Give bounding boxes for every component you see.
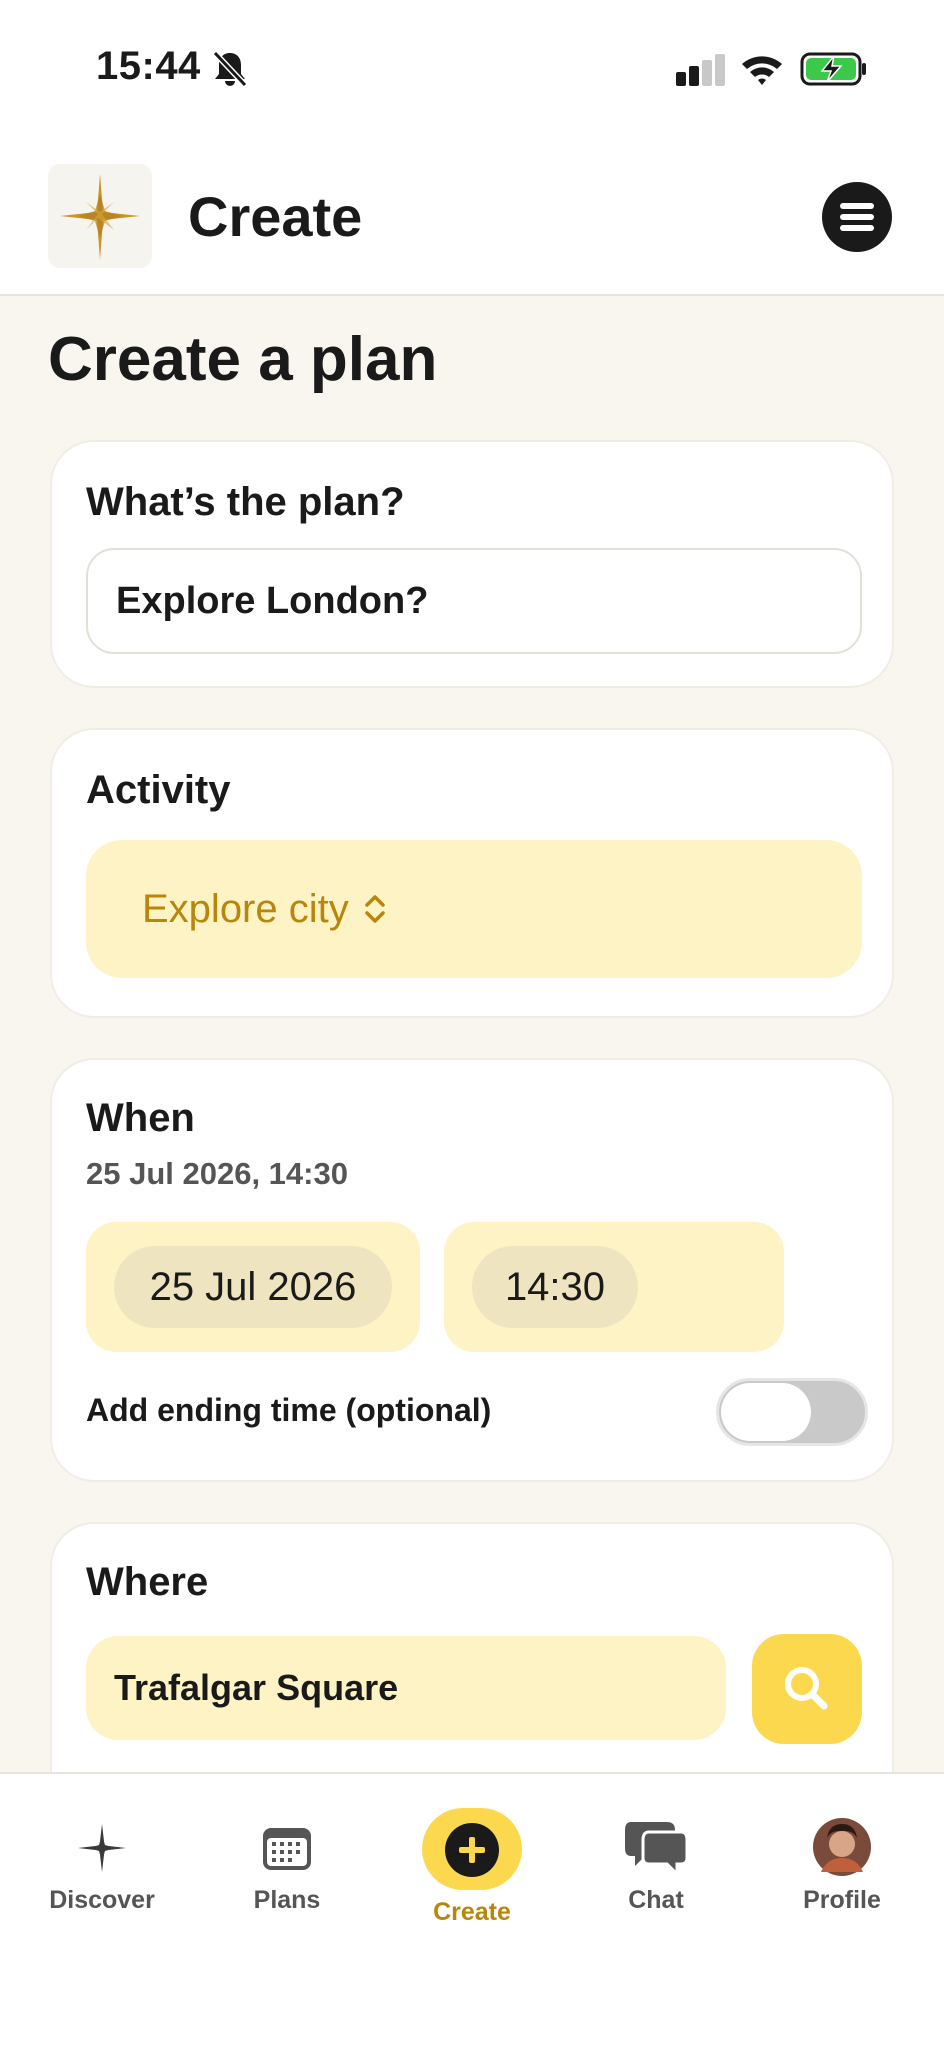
activity-label: Activity: [86, 768, 231, 812]
search-icon: [785, 1667, 828, 1710]
date-picker[interactable]: 25 Jul 2026: [86, 1222, 420, 1352]
end-time-toggle[interactable]: [716, 1378, 868, 1446]
menu-button[interactable]: [822, 182, 892, 252]
tab-bar: Discover Plans Create Chat Profile: [0, 1772, 944, 2048]
where-input[interactable]: Trafalgar Square: [86, 1636, 726, 1740]
tab-label-plans: Plans: [253, 1886, 321, 1914]
calendar-icon: [263, 1828, 311, 1870]
activity-card: Activity Explore city: [50, 728, 894, 1018]
sparkle-icon: [78, 1824, 126, 1872]
tab-plans[interactable]: Plans: [197, 1774, 377, 1934]
tab-chat[interactable]: Chat: [566, 1774, 746, 1934]
when-summary: 25 Jul 2026, 14:30: [86, 1156, 348, 1191]
end-time-label: Add ending time (optional): [86, 1392, 492, 1428]
header-title: Create: [188, 185, 363, 248]
wifi-icon: [742, 56, 782, 85]
plan-input[interactable]: Explore London?: [86, 548, 862, 654]
cellular-signal-icon: [676, 54, 725, 86]
when-label: When: [86, 1096, 195, 1140]
plan-label: What’s the plan?: [86, 480, 405, 524]
when-card: When 25 Jul 2026, 14:30 25 Jul 2026 14:3…: [50, 1058, 894, 1482]
battery-charging-icon: [800, 52, 866, 86]
app-header: Create: [0, 140, 944, 296]
status-time: 15:44: [96, 44, 201, 88]
tab-label-create: Create: [433, 1898, 511, 1926]
chat-bubbles-icon: [625, 1822, 689, 1876]
time-value: 14:30: [472, 1246, 638, 1328]
date-value: 25 Jul 2026: [114, 1246, 392, 1328]
tab-label-profile: Profile: [803, 1886, 881, 1914]
chevron-up-down-icon: [365, 895, 385, 923]
avatar: [813, 1818, 871, 1876]
page-title: Create a plan: [48, 325, 438, 394]
time-picker[interactable]: 14:30: [444, 1222, 784, 1352]
compass-star-icon: [60, 174, 140, 260]
status-bar: 15:44: [0, 0, 944, 140]
tab-label-discover: Discover: [49, 1886, 155, 1914]
tab-profile[interactable]: Profile: [752, 1774, 932, 1934]
activity-selected-value: Explore city: [142, 886, 349, 931]
menu-icon-bar: [840, 225, 874, 231]
logo: [48, 164, 152, 268]
activity-select[interactable]: Explore city: [86, 840, 862, 978]
menu-icon: [840, 203, 874, 209]
search-button[interactable]: [752, 1634, 862, 1744]
where-label: Where: [86, 1560, 209, 1604]
bell-off-icon: [212, 50, 248, 88]
tab-label-chat: Chat: [628, 1886, 684, 1914]
plan-card: What’s the plan? Explore London?: [50, 440, 894, 688]
tab-discover[interactable]: Discover: [12, 1774, 192, 1934]
plus-icon: [445, 1823, 499, 1877]
toggle-knob: [721, 1383, 811, 1441]
menu-icon-bar: [840, 214, 874, 220]
tab-create[interactable]: Create: [382, 1774, 562, 1934]
